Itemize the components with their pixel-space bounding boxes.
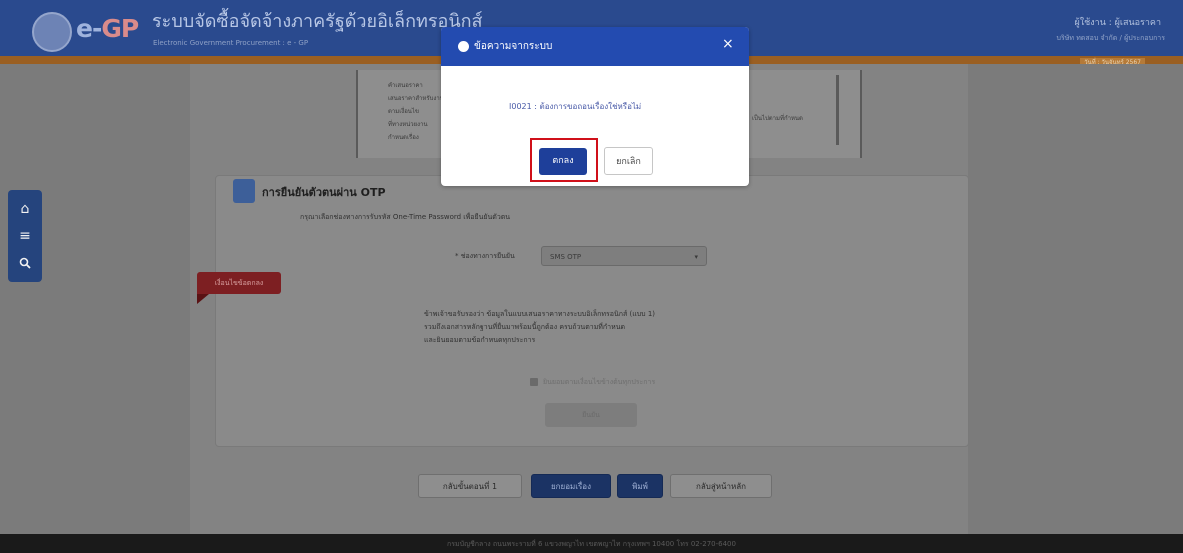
menu-icon[interactable]: ≡ <box>8 223 42 249</box>
withdraw-button[interactable]: ยกยอมเรื่อง <box>531 474 611 498</box>
doc-divider <box>836 75 839 145</box>
left-gutter <box>0 64 190 553</box>
info-icon <box>458 41 469 52</box>
user-name: ผู้ใช้งาน : ผู้เสนอราคา <box>1074 18 1162 28</box>
app-subtitle: Electronic Government Procurement : e - … <box>153 39 309 47</box>
doc-line: กำหนดเรื่อง <box>388 134 419 141</box>
condition-tag: เงื่อนไขข้อตกลง <box>197 272 281 294</box>
cancel-button[interactable]: ยกเลิก <box>604 147 653 175</box>
egp-logo: e-GP <box>76 14 139 44</box>
side-rail: ⌂ ≡ <box>8 190 42 282</box>
doc-note: เป็นไปตามที่กำหนด <box>752 115 803 122</box>
chevron-down-icon: ▾ <box>694 253 698 261</box>
dialog-header: ข้อความจากระบบ × <box>441 27 749 66</box>
dialog-title: ข้อความจากระบบ <box>474 41 553 52</box>
doc-line: ตามเงื่อนไข <box>388 108 420 115</box>
home-icon[interactable]: ⌂ <box>8 196 42 222</box>
otp-section-icon <box>233 179 255 203</box>
app-title: ระบบจัดซื้อจัดจ้างภาครัฐด้วยอิเล็กทรอนิก… <box>152 11 483 32</box>
doc-line: คำเสนอราคา <box>388 82 423 89</box>
logo-accent: GP <box>101 14 139 43</box>
back-step-button[interactable]: กลับขั้นตอนที่ 1 <box>418 474 522 498</box>
dialog-message: I0021 : ต้องการขอถอนเรื่องใช่หรือไม่ <box>509 102 642 111</box>
doc-line: เสนอราคาสำหรับงาน <box>388 95 444 102</box>
channel-select-value: SMS OTP <box>550 253 582 261</box>
logo-main: e- <box>76 14 102 43</box>
footer-text: กรมบัญชีกลาง ถนนพระรามที่ 6 แขวงพญาไท เข… <box>447 540 736 548</box>
otp-section-title: การยืนยันตัวตนผ่าน OTP <box>262 186 386 199</box>
government-seal-logo <box>32 12 72 52</box>
back-home-button[interactable]: กลับสู่หน้าหลัก <box>670 474 772 498</box>
channel-select[interactable]: SMS OTP ▾ <box>541 246 707 266</box>
accept-label: ยินยอมตามเงื่อนไขข้างต้นทุกประการ <box>543 378 656 386</box>
ok-highlight-box <box>530 138 598 182</box>
user-organization: บริษัท ทดสอบ จำกัด / ผู้ประกอบการ <box>1056 34 1165 42</box>
search-icon-glyph <box>19 257 31 269</box>
condition-line: รวมถึงเอกสารหลักฐานที่ยื่นมาพร้อมนี้ถูกต… <box>424 323 626 331</box>
search-icon[interactable] <box>8 250 42 276</box>
right-gutter <box>968 64 1183 553</box>
otp-description: กรุณาเลือกช่องทางการรับรหัส One-Time Pas… <box>300 213 511 221</box>
close-icon[interactable]: × <box>722 36 734 52</box>
doc-line: ที่ทางหน่วยงาน <box>388 121 428 128</box>
accept-checkbox[interactable] <box>530 378 538 386</box>
channel-select-label: * ช่องทางการยืนยัน <box>455 252 515 260</box>
print-button[interactable]: พิมพ์ <box>617 474 663 498</box>
condition-line: ข้าพเจ้าขอรับรองว่า ข้อมูลในแบบเสนอราคาท… <box>424 310 655 318</box>
confirm-otp-button[interactable]: ยืนยัน <box>545 403 637 427</box>
condition-tag-fold <box>197 294 209 304</box>
condition-line: และยินยอมตามข้อกำหนดทุกประการ <box>424 336 536 344</box>
